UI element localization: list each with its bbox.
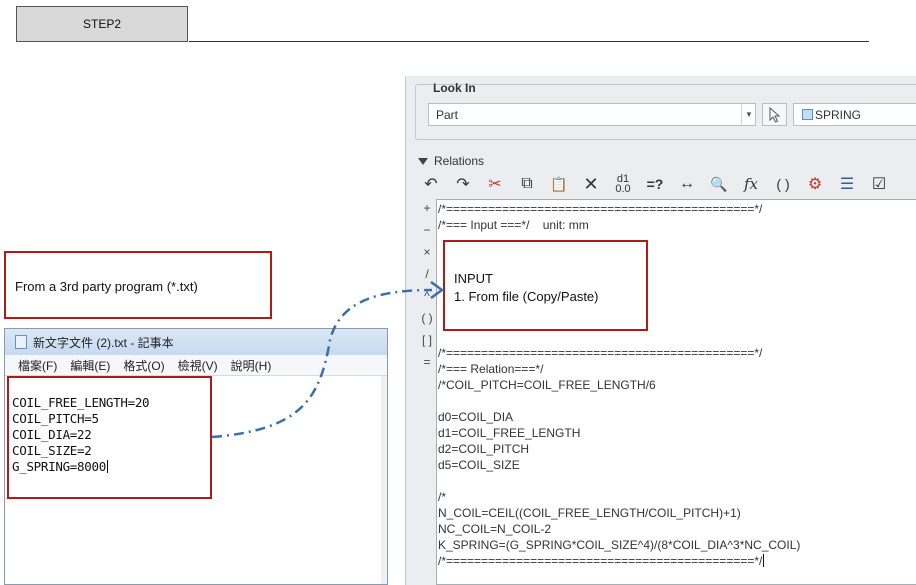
parameters-icon[interactable]: ( ) [770, 173, 796, 195]
relation-line: NC_COIL=N_COIL-2 [438, 522, 552, 536]
notepad-titlebar[interactable]: 新文字文件 (2).txt - 記事本 [5, 329, 387, 355]
text-caret [763, 554, 765, 567]
step-tab: STEP2 [16, 6, 188, 42]
chevron-down-icon[interactable]: ▼ [741, 104, 756, 125]
relation-line: /* [438, 490, 447, 504]
notepad-line: G_SPRING=8000 [12, 459, 149, 475]
cursor-arrow-icon [769, 106, 780, 123]
notepad-line-text: G_SPRING=8000 [12, 459, 106, 474]
relation-line: /*=== Input ===*/ unit: mm [438, 218, 589, 232]
relation-line: K_SPRING=(G_SPRING*COIL_SIZE^4)/(8*COIL_… [438, 538, 801, 552]
menu-view[interactable]: 檢視(V) [178, 357, 218, 374]
notepad-line: COIL_FREE_LENGTH=20 [12, 395, 150, 410]
relations-toolbar: ↶ ↷ ✂ ⧉ 📋 ✕ d1 0.0 =? ↔ 🔍 fx ( ) ⚙ ☰ ☑ [418, 172, 916, 196]
parentheses-operator-button[interactable]: ( ) [418, 307, 436, 329]
relation-line: /*======================================… [438, 202, 763, 216]
notepad-content[interactable]: COIL_FREE_LENGTH=20 COIL_PITCH=5 COIL_DI… [12, 395, 150, 475]
relations-section-header[interactable]: Relations [418, 154, 484, 168]
execute-icon[interactable]: ☑ [866, 173, 892, 195]
notepad-scrollbar[interactable] [381, 376, 387, 584]
collapse-triangle-icon [418, 157, 428, 165]
model-field-value: SPRING [815, 107, 862, 122]
relation-line: d2=COIL_PITCH [438, 442, 530, 456]
relation-line [438, 329, 800, 345]
menu-format[interactable]: 格式(O) [123, 357, 164, 374]
brackets-operator-button[interactable]: [ ] [418, 329, 436, 351]
delete-icon[interactable]: ✕ [578, 173, 604, 195]
relations-label: Relations [434, 154, 485, 168]
dimension-icon[interactable]: ↔ [674, 173, 700, 195]
menu-file[interactable]: 檔案(F) [18, 357, 57, 374]
text-caret [106, 460, 108, 473]
evaluate-icon[interactable]: =? [642, 173, 668, 195]
relation-line: /*COIL_PITCH=COIL_FREE_LENGTH/6 [438, 378, 656, 392]
function-icon[interactable]: fx [738, 173, 764, 195]
redo-icon[interactable]: ↷ [450, 173, 476, 195]
notepad-line: COIL_SIZE=2 [12, 443, 92, 458]
notepad-line: COIL_DIA=22 [12, 427, 92, 442]
notepad-icon [15, 335, 27, 349]
menu-help[interactable]: 說明(H) [231, 357, 272, 374]
model-field[interactable]: SPRING [793, 103, 916, 126]
part-cube-icon [802, 109, 813, 120]
relation-line: /*=== Relation===*/ [438, 362, 544, 376]
pick-model-button[interactable] [762, 103, 787, 126]
relation-line: /*======================================… [438, 554, 765, 568]
relation-line: d5=COIL_SIZE [438, 458, 520, 472]
plus-operator-button[interactable]: + [418, 197, 436, 219]
paste-icon[interactable]: 📋 [546, 173, 572, 195]
menu-edit[interactable]: 編輯(E) [70, 357, 110, 374]
relation-line [438, 393, 800, 409]
type-select-value: Part [436, 107, 459, 122]
relation-line: d0=COIL_DIA [438, 410, 514, 424]
cut-icon[interactable]: ✂ [482, 173, 508, 195]
sort-icon[interactable]: ☰ [834, 173, 860, 195]
look-in-label: Look In [433, 81, 476, 95]
show-values-icon[interactable]: d1 0.0 [610, 173, 636, 195]
units-icon[interactable]: ⚙ [802, 173, 828, 195]
step-divider [189, 41, 869, 42]
minus-operator-button[interactable]: − [418, 219, 436, 241]
divide-operator-button[interactable]: / [418, 263, 436, 285]
type-select[interactable]: Part [428, 103, 756, 126]
operator-column: + − × / ^ ( ) [ ] = [418, 197, 436, 373]
relation-line [438, 473, 800, 489]
notepad-title: 新文字文件 (2).txt - 記事本 [33, 335, 174, 350]
verify-icon[interactable]: 🔍 [706, 173, 732, 195]
multiply-operator-button[interactable]: × [418, 241, 436, 263]
input-callout: INPUT 1. From file (Copy/Paste) [443, 240, 648, 331]
equals-operator-button[interactable]: = [418, 351, 436, 373]
power-operator-button[interactable]: ^ [418, 285, 436, 307]
notepad-menubar: 檔案(F) 編輯(E) 格式(O) 檢視(V) 說明(H) [5, 355, 387, 376]
source-callout-text: From a 3rd party program (*.txt) [15, 279, 198, 294]
relation-line: d1=COIL_FREE_LENGTH [438, 426, 581, 440]
input-callout-subtitle: 1. From file (Copy/Paste) [454, 289, 599, 304]
copy-icon[interactable]: ⧉ [514, 173, 540, 195]
source-callout: From a 3rd party program (*.txt) [4, 251, 272, 319]
undo-icon[interactable]: ↶ [418, 173, 444, 195]
relation-line: /*======================================… [438, 346, 763, 360]
notepad-line: COIL_PITCH=5 [12, 411, 99, 426]
input-callout-title: INPUT [454, 271, 493, 286]
relation-line: N_COIL=CEIL((COIL_FREE_LENGTH/COIL_PITCH… [438, 506, 741, 520]
step-label: STEP2 [82, 17, 121, 31]
